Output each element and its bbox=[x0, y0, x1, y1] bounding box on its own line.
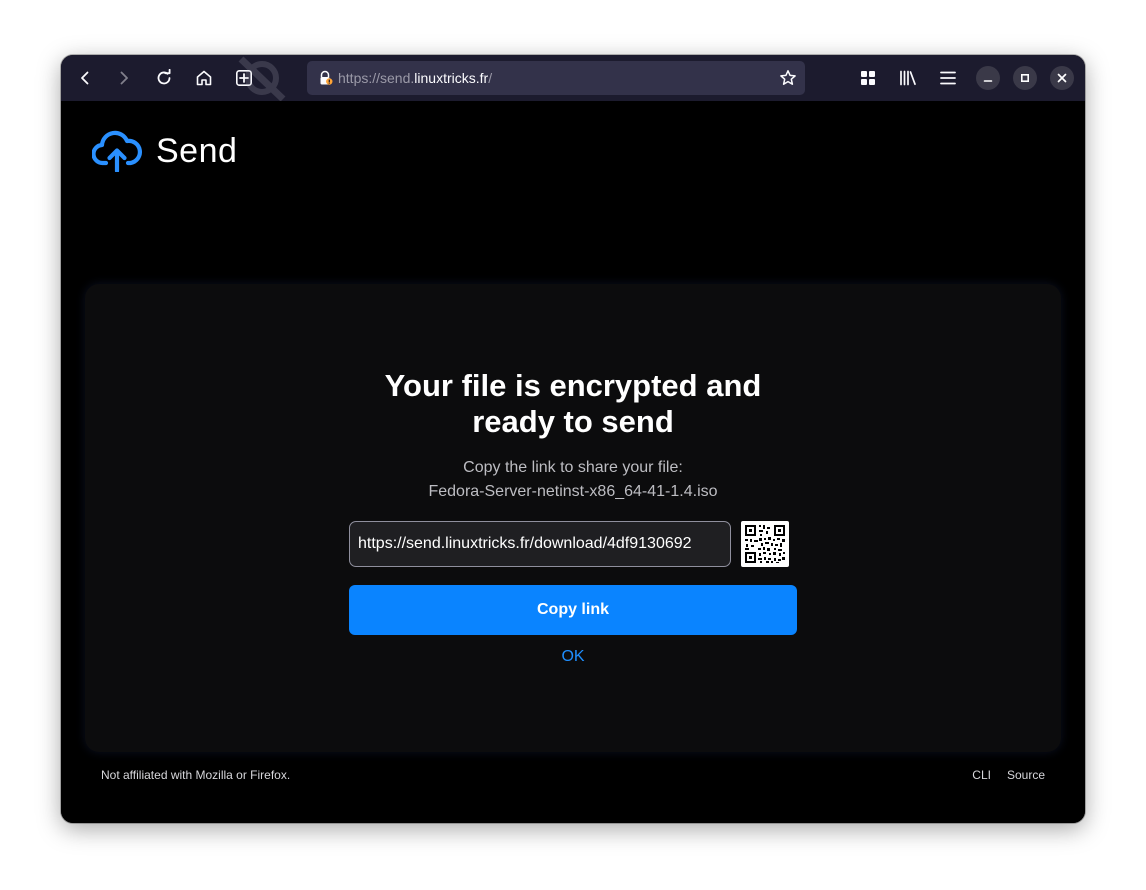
footer-link-cli[interactable]: CLI bbox=[972, 768, 991, 782]
close-icon bbox=[1057, 73, 1067, 83]
footer-link-source[interactable]: Source bbox=[1007, 768, 1045, 782]
minimize-button[interactable] bbox=[976, 66, 1000, 90]
send-logo[interactable]: Send bbox=[92, 129, 237, 173]
minimize-icon bbox=[983, 80, 993, 82]
url-text: https://send.linuxtricks.fr/ bbox=[338, 61, 492, 95]
share-instructions-text: Copy the link to share your file: bbox=[463, 459, 683, 476]
maximize-button[interactable] bbox=[1013, 66, 1037, 90]
reload-button[interactable] bbox=[148, 62, 180, 94]
forward-button[interactable] bbox=[108, 62, 140, 94]
footer-links: CLI Source bbox=[972, 768, 1045, 782]
qr-code-icon bbox=[745, 525, 785, 563]
library-icon bbox=[900, 70, 916, 86]
share-instructions: Copy the link to share your file: Fedora… bbox=[85, 456, 1061, 504]
qr-code-button[interactable] bbox=[741, 521, 789, 567]
url-suffix: / bbox=[488, 70, 493, 86]
lock-icon bbox=[320, 70, 333, 85]
ok-link[interactable]: OK bbox=[561, 648, 584, 665]
back-button[interactable] bbox=[69, 62, 101, 94]
ok-link-row: OK bbox=[85, 648, 1061, 666]
share-link-input[interactable] bbox=[349, 521, 731, 567]
extensions-icon bbox=[861, 71, 875, 85]
sync-icon bbox=[238, 56, 286, 101]
url-prefix: https://send. bbox=[338, 70, 415, 86]
title-line-2: ready to send bbox=[472, 404, 674, 439]
copy-link-button[interactable]: Copy link bbox=[349, 585, 797, 635]
close-button[interactable] bbox=[1050, 66, 1074, 90]
page-title: Your file is encrypted and ready to send bbox=[85, 368, 1061, 440]
forward-icon bbox=[120, 71, 128, 85]
upload-complete-card: Your file is encrypted and ready to send… bbox=[85, 284, 1061, 752]
file-name: Fedora-Server-netinst-x86_64-41-1.4.iso bbox=[428, 483, 718, 500]
title-line-1: Your file is encrypted and bbox=[384, 368, 762, 403]
footer-disclaimer: Not affiliated with Mozilla or Firefox. bbox=[101, 768, 291, 782]
star-icon[interactable] bbox=[779, 69, 797, 87]
reload-icon bbox=[157, 69, 171, 85]
url-bar[interactable]: https://send.linuxtricks.fr/ bbox=[307, 61, 805, 95]
library-button[interactable] bbox=[892, 62, 924, 94]
url-host: linuxtricks.fr bbox=[414, 70, 489, 86]
browser-window: https://send.linuxtricks.fr/ Send Your f… bbox=[61, 55, 1085, 823]
browser-toolbar: https://send.linuxtricks.fr/ bbox=[61, 55, 1085, 101]
menu-icon bbox=[940, 71, 956, 85]
logo-text: Send bbox=[156, 131, 238, 170]
cloud-upload-icon bbox=[92, 130, 142, 172]
menu-button[interactable] bbox=[932, 62, 964, 94]
back-icon bbox=[81, 71, 89, 85]
home-icon bbox=[196, 70, 212, 86]
extensions-button[interactable] bbox=[852, 62, 884, 94]
maximize-icon bbox=[1020, 73, 1030, 83]
page-content: Send Your file is encrypted and ready to… bbox=[61, 101, 1085, 823]
home-button[interactable] bbox=[188, 62, 220, 94]
